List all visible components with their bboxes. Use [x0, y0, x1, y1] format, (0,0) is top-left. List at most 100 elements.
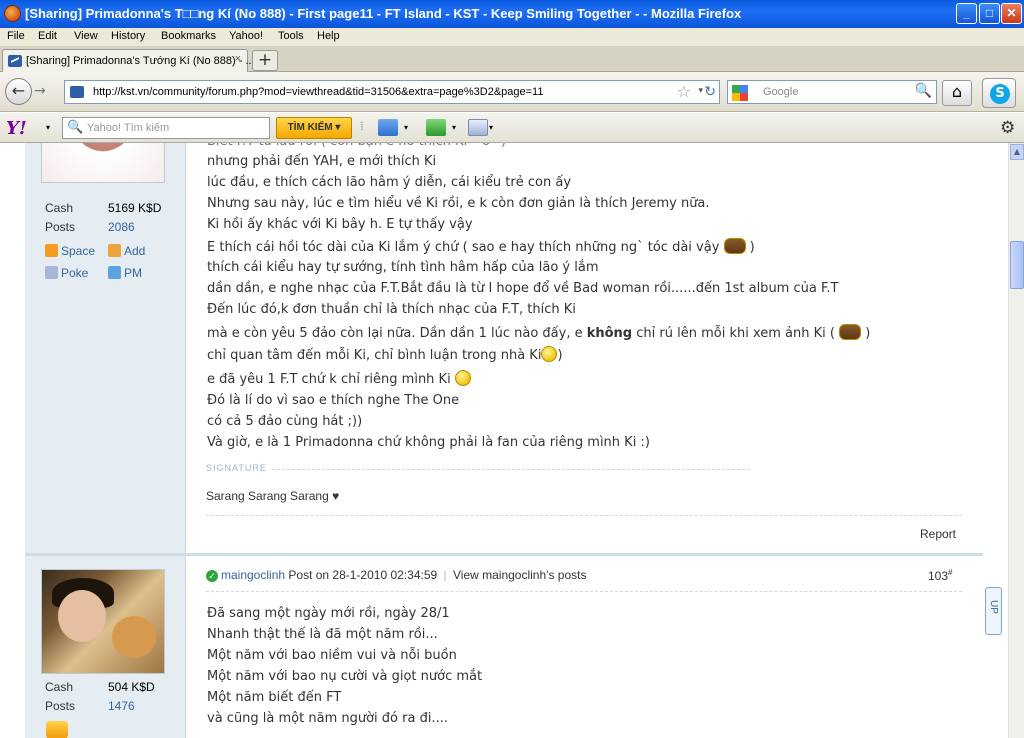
menu-tools[interactable]: Tools: [278, 30, 304, 42]
tab-bar: [Sharing] Primadonna's Tướng Kí (No 888)…: [0, 46, 1024, 72]
vertical-scrollbar[interactable]: ▲: [1008, 143, 1024, 738]
menu-bookmarks[interactable]: Bookmarks: [161, 30, 216, 42]
post-text-line: Đó là lí do vì sao e thích nghe The One: [207, 393, 460, 408]
post-text-line: thích cái kiểu hay tự sướng, tính tình h…: [207, 260, 599, 275]
add-friend-icon: [108, 244, 121, 257]
menu-history[interactable]: History: [111, 30, 145, 42]
site-favicon-icon: [70, 86, 84, 98]
cash-label: Cash: [45, 201, 74, 215]
cash-value: 5169 K$D: [108, 201, 162, 215]
yahoo-search-button[interactable]: TÌM KIẾM ▾: [276, 117, 352, 139]
up-label: UP: [988, 600, 999, 614]
view-posts-link[interactable]: View maingoclinh's posts: [453, 568, 586, 582]
reload-icon[interactable]: ↻: [704, 84, 716, 100]
post-text-line: Nhanh thật thế là đã một năm rồi...: [207, 627, 438, 642]
menu-yahoo[interactable]: Yahoo!: [229, 30, 263, 42]
navigation-toolbar: ← → http://kst.vn/community/forum.php?mo…: [0, 72, 1024, 112]
toolbar-grip-icon: ⁞: [360, 119, 364, 133]
gear-icon[interactable]: ⚙: [1000, 118, 1015, 138]
addon-dropdown-icon[interactable]: ▾: [452, 123, 456, 132]
post-text-line: Đã sang một ngày mới rồi, ngày 28/1: [207, 606, 450, 621]
yahoo-logo-icon[interactable]: Y!: [6, 118, 27, 139]
url-text[interactable]: http://kst.vn/community/forum.php?mod=vi…: [93, 86, 543, 98]
posts-label: Posts: [45, 220, 76, 234]
avatar[interactable]: [41, 569, 165, 674]
search-placeholder: Google: [763, 86, 799, 98]
bookmark-star-icon[interactable]: ☆: [677, 82, 691, 101]
report-link[interactable]: Report: [920, 527, 956, 541]
yahoo-search-input[interactable]: 🔍 Yahoo! Tìm kiếm: [62, 117, 270, 139]
forward-button[interactable]: →: [34, 83, 46, 99]
site-favicon-icon: [8, 55, 22, 67]
posts-label: Posts: [45, 699, 76, 713]
envelope-icon: [108, 266, 121, 279]
poke-link[interactable]: Poke: [45, 266, 88, 280]
skype-icon: S: [990, 84, 1010, 104]
close-window-button[interactable]: ✕: [1001, 3, 1022, 24]
window-title: [Sharing] Primadonna's T□□ng Kí (No 888)…: [25, 6, 742, 21]
yahoo-pages-icon[interactable]: [468, 119, 488, 136]
search-icon: 🔍: [67, 120, 84, 135]
url-dropdown-icon[interactable]: ▾: [698, 86, 703, 96]
yahoo-mail-icon[interactable]: [378, 119, 398, 136]
cash-value: 504 K$D: [108, 680, 155, 694]
window-titlebar: [Sharing] Primadonna's T□□ng Kí (No 888)…: [0, 0, 1024, 28]
back-button[interactable]: ←: [5, 78, 32, 105]
post-text-line: Và giờ, e là 1 Primadonna chứ không phải…: [207, 435, 650, 450]
avatar[interactable]: [41, 143, 165, 183]
skype-button[interactable]: S: [982, 78, 1016, 108]
post-text-line: Biết F.T từ lâu rồi ( còn bạn e nó thích…: [207, 143, 506, 149]
menu-edit[interactable]: Edit: [38, 30, 57, 42]
add-friend-link[interactable]: Add: [108, 244, 145, 258]
posts-value[interactable]: 2086: [108, 220, 135, 234]
post-text-line: lúc đầu, e thích cách lão hâm ý diễn, cá…: [207, 175, 572, 190]
post-number[interactable]: 103#: [928, 568, 952, 583]
header-divider: |: [443, 568, 447, 582]
google-icon[interactable]: [732, 85, 748, 101]
scroll-up-arrow-icon[interactable]: ▲: [1010, 144, 1024, 160]
post-text-line: E thích cái hồi tóc dài của Ki lắm ý chứ…: [207, 238, 755, 255]
post-text-line: dần dần, e nghe nhạc của F.T.Bắt đầu là …: [207, 281, 839, 296]
signature-text: Sarang Sarang Sarang ♥: [206, 489, 340, 503]
post-header-divider: [206, 591, 962, 592]
maximize-button[interactable]: □: [979, 3, 1000, 24]
space-link[interactable]: Space: [45, 244, 95, 258]
home-button[interactable]: ⌂: [942, 80, 972, 106]
posts-value[interactable]: 1476: [108, 699, 135, 713]
pages-dropdown-icon[interactable]: ▾: [489, 123, 493, 132]
post-text-line: mà e còn yêu 5 đảo còn lại nữa. Dần dần …: [207, 324, 871, 341]
search-icon[interactable]: 🔍: [915, 83, 932, 99]
laughing-emoticon-icon: [723, 238, 746, 254]
medal-badge-icon: [46, 721, 68, 738]
tab-label: [Sharing] Primadonna's Tướng Kí (No 888)…: [26, 55, 255, 67]
scrollbar-thumb[interactable]: [1010, 241, 1024, 289]
new-tab-button[interactable]: +: [252, 50, 278, 71]
signature-label: SIGNATURE: [206, 463, 267, 473]
online-status-icon: ✓: [206, 570, 218, 582]
author-link[interactable]: maingoclinh: [221, 568, 285, 582]
excited-emoticon-icon: [839, 324, 862, 340]
scroll-up-button[interactable]: UP: [985, 587, 1002, 635]
post-author-sidebar: Cash 504 K$D Posts 1476: [25, 556, 186, 738]
minimize-button[interactable]: _: [956, 3, 977, 24]
avatar-face: [58, 590, 106, 642]
google-search-box[interactable]: Google 🔍: [727, 80, 937, 104]
yahoo-search-placeholder: Yahoo! Tìm kiếm: [87, 122, 170, 134]
yahoo-addon-icon[interactable]: [426, 119, 446, 136]
menu-help[interactable]: Help: [317, 30, 340, 42]
pm-link[interactable]: PM: [108, 266, 142, 280]
poke-icon: [45, 266, 58, 279]
signature-divider: [272, 469, 750, 470]
post-text-line: Một năm với bao nụ cười và giọt nước mắt: [207, 669, 483, 684]
tab-active[interactable]: [Sharing] Primadonna's Tướng Kí (No 888)…: [2, 49, 255, 72]
mail-dropdown-icon[interactable]: ▾: [404, 123, 408, 132]
menu-view[interactable]: View: [74, 30, 98, 42]
menu-file[interactable]: File: [7, 30, 25, 42]
post-text-line: nhưng phải đến YAH, e mới thích Ki: [207, 154, 437, 169]
post-author-sidebar: Cash 5169 K$D Posts 2086 Space Add Poke …: [25, 143, 186, 553]
yahoo-toolbar: Y! ▾ 🔍 Yahoo! Tìm kiếm TÌM KIẾM ▾ ⁞ ▾ ▾ …: [0, 113, 1024, 143]
firefox-logo-icon: [4, 5, 21, 22]
yahoo-menu-dropdown-icon[interactable]: ▾: [46, 123, 50, 132]
url-bar[interactable]: http://kst.vn/community/forum.php?mod=vi…: [64, 80, 720, 104]
tab-close-icon[interactable]: ×: [235, 53, 241, 65]
